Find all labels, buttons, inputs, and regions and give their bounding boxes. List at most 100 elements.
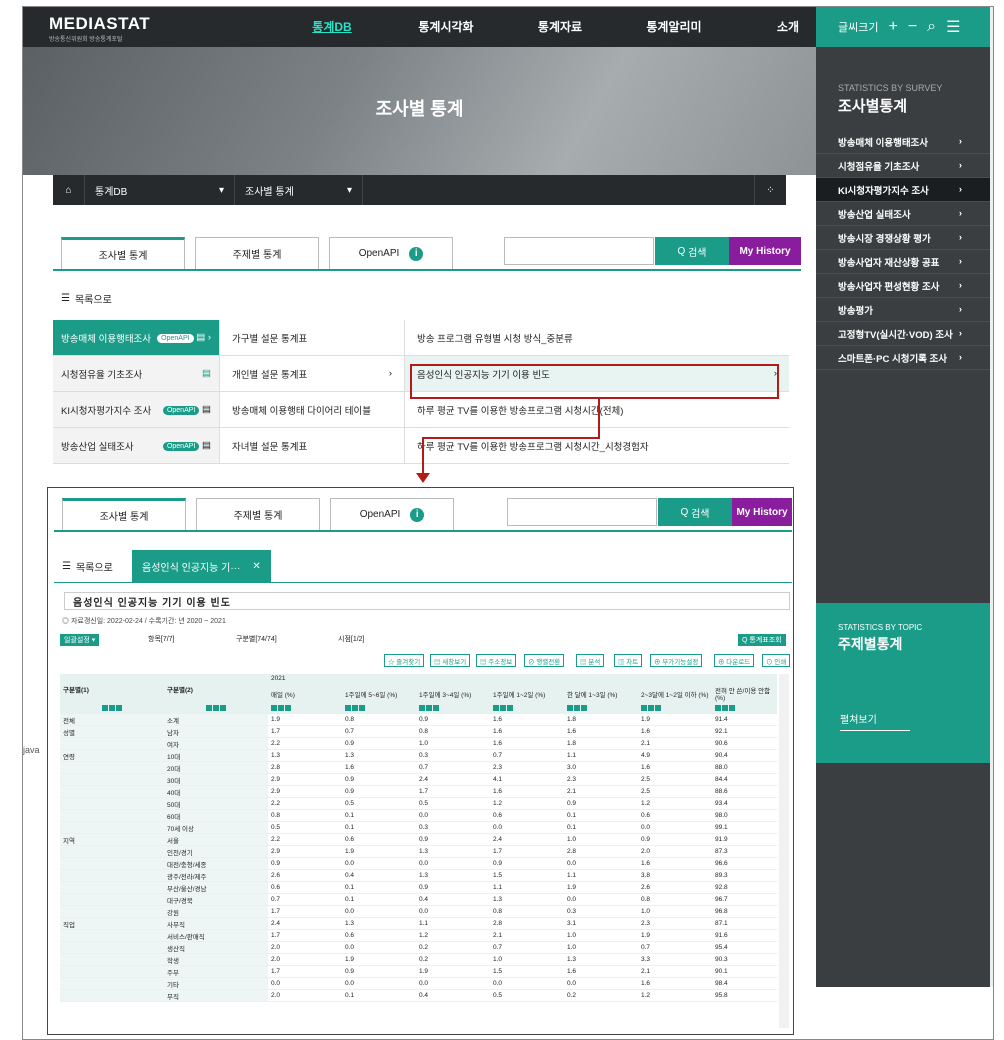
search-input[interactable] [504,237,654,265]
batch-setting-button[interactable]: 일괄설정 ▾ [60,634,100,646]
list-button[interactable]: ☰ 목록으로 [61,291,112,306]
value-cell: 1.0 [419,740,429,747]
sidebar-item[interactable]: 방송사업자 재산상황 공표 › [816,250,990,274]
survey-item-ki[interactable]: KI시청자평가지수 조사 OpenAPI ▤ [53,392,220,427]
category-cell: 기타 [164,977,268,990]
value-cell: 1.0 [493,956,503,963]
sort-controls[interactable] [712,704,778,714]
sidebar-item[interactable]: 방송매체 이용행태조사 › [816,130,990,154]
tab-survey[interactable]: 조사별 통계 [61,237,185,269]
nav-data[interactable]: 통계자료 [503,7,617,47]
sidebar-item[interactable]: KI시청자평가지수 조사 › [816,178,990,202]
share-icon[interactable]: ⁘ [754,175,786,205]
table-scrollbar[interactable] [779,674,789,1028]
group-cell [60,785,164,798]
sidebar-item[interactable]: 스마트폰·PC 시청기록 조사 › [816,346,990,370]
chart-button[interactable]: ▥ 차트 [614,654,643,667]
sort-controls[interactable] [164,704,268,714]
survey-item-industry[interactable]: 방송산업 실태조사 OpenAPI ▤ [53,428,220,463]
nav-statdb[interactable]: 통계DB [275,7,389,47]
sidebar-item[interactable]: 방송평가 › [816,298,990,322]
table-item[interactable]: 개인별 설문 통계표 › [220,356,405,391]
info-icon[interactable]: i [410,507,425,522]
table-item[interactable]: 가구별 설문 통계표 [220,320,405,355]
print-button[interactable]: ⊙ 인쇄 [762,654,791,667]
sort-controls[interactable] [564,704,638,714]
sidebar-item[interactable]: 방송시장 경쟁상황 평가 › [816,226,990,250]
tab-openapi[interactable]: OpenAPI i [329,237,453,269]
table-item[interactable]: 자녀별 설문 통계표 [220,428,405,463]
search-icon[interactable]: ⌕ [927,18,936,36]
tab-topic[interactable]: 주제별 통계 [196,498,320,530]
expand-link[interactable]: 펼쳐보기 [840,711,910,731]
tab-openapi[interactable]: OpenAPI i [330,498,454,530]
tab-survey[interactable]: 조사별 통계 [62,498,186,530]
class-filter[interactable]: 구분별[74/74] [236,634,277,644]
close-icon[interactable]: ✕ [252,561,260,572]
caret-down-icon: ▾ [346,184,352,196]
value-cell: 0.0 [345,860,355,867]
breadcrumb-level1[interactable]: 통계DB ▾ [85,175,235,205]
sidebar-item-label: 방송평가 [838,305,873,317]
search-button[interactable]: Q 검색 [655,237,729,265]
stat-item[interactable]: 방송 프로그램 유형별 시청 방식_중분류 [405,320,789,355]
breadcrumb-level2[interactable]: 조사별 통계 ▾ [235,175,363,205]
tab-topic[interactable]: 주제별 통계 [195,237,319,269]
category-cell: 생산직 [164,941,268,954]
table-row: 서비스/판매직 1.7 0.6 1.2 2.1 1.0 1.9 91.6 [60,929,778,942]
sidebar-item[interactable]: 시청점유율 기초조사 › [816,154,990,178]
info-icon[interactable]: i [409,246,424,261]
nav-alert[interactable]: 통계알리미 [617,7,731,47]
category-cell: 대전/충청/세종 [164,857,268,870]
item-filter[interactable]: 항목[7/7] [148,634,175,644]
value-cell: 2.6 [641,884,651,891]
grid-row: 방송산업 실태조사 OpenAPI ▤ 자녀별 설문 통계표 하루 평균 TV를 … [53,428,789,464]
value-cell: 2.9 [271,788,281,795]
stat-item[interactable]: 하루 평균 TV를 이용한 방송프로그램 시청시간_시청경험자 [405,428,789,463]
transpose-button[interactable]: ⊘ 행렬전환 [524,654,565,667]
value-cell: 3.3 [641,956,651,963]
page-scrollbar[interactable] [990,7,993,987]
sort-controls[interactable] [60,704,164,714]
plus-icon[interactable]: + [888,18,897,36]
logo[interactable]: MEDIASTAT 방송통신위원회 방송통계포털 [49,14,150,43]
addon-button[interactable]: ⊕ 부가기능설정 [650,654,703,667]
sidebar-item[interactable]: 고정형TV(실시간·VOD) 조사 › [816,322,990,346]
time-filter[interactable]: 시점[1/2] [338,634,365,644]
download-button[interactable]: ⊕ 다운로드 [714,654,755,667]
value-cell: 96.6 [715,860,728,867]
new-window-button[interactable]: ▤ 새창보기 [430,654,471,667]
report-tab[interactable]: 음성인식 인공지능 기··· ✕ [132,550,271,582]
home-icon[interactable]: ⌂ [53,175,85,205]
table-item[interactable]: 방송매체 이용행태 다이어리 테이블 [220,392,405,427]
table-row: 여자 2.2 0.9 1.0 1.6 1.8 2.1 90.6 [60,737,778,750]
analysis-button[interactable]: ▤ 분석 [576,654,605,667]
sidebar-item[interactable]: 방송사업자 편성현황 조사 › [816,274,990,298]
survey-item-media[interactable]: 방송매체 이용행태조사 OpenAPI ▤ › [53,320,220,355]
favorite-button[interactable]: ☆ 즐겨찾기 [384,654,425,667]
value-cell: 1.6 [493,716,503,723]
sidebar-heading-ko: 조사별통계 [838,98,908,115]
sort-controls[interactable] [268,704,342,714]
sort-controls[interactable] [638,704,712,714]
sort-controls[interactable] [416,704,490,714]
search-button[interactable]: Q 검색 [658,498,732,526]
history-button[interactable]: My History [732,498,792,526]
sort-controls[interactable] [490,704,564,714]
survey-item-label: 방송산업 실태조사 [61,441,134,453]
menu-icon[interactable]: ☰ [946,17,960,37]
list-button[interactable]: ☰ 목록으로 [62,550,113,582]
openapi-badge-label: OpenAPI [162,406,200,415]
chevron-right-icon: › [958,160,962,171]
minus-icon[interactable]: − [908,18,917,36]
chevron-right-icon: › [958,208,962,219]
lookup-button[interactable]: Q 통계표조회 [738,634,786,646]
survey-item-share[interactable]: 시청점유율 기초조사 ▤ [53,356,220,391]
sort-controls[interactable] [342,704,416,714]
search-input[interactable] [507,498,657,526]
address-button[interactable]: ▤ 주소정보 [476,654,517,667]
value-cell: 0.0 [567,860,577,867]
sidebar-item[interactable]: 방송산업 실태조사 › [816,202,990,226]
nav-visual[interactable]: 통계시각화 [389,7,503,47]
history-button[interactable]: My History [729,237,801,265]
